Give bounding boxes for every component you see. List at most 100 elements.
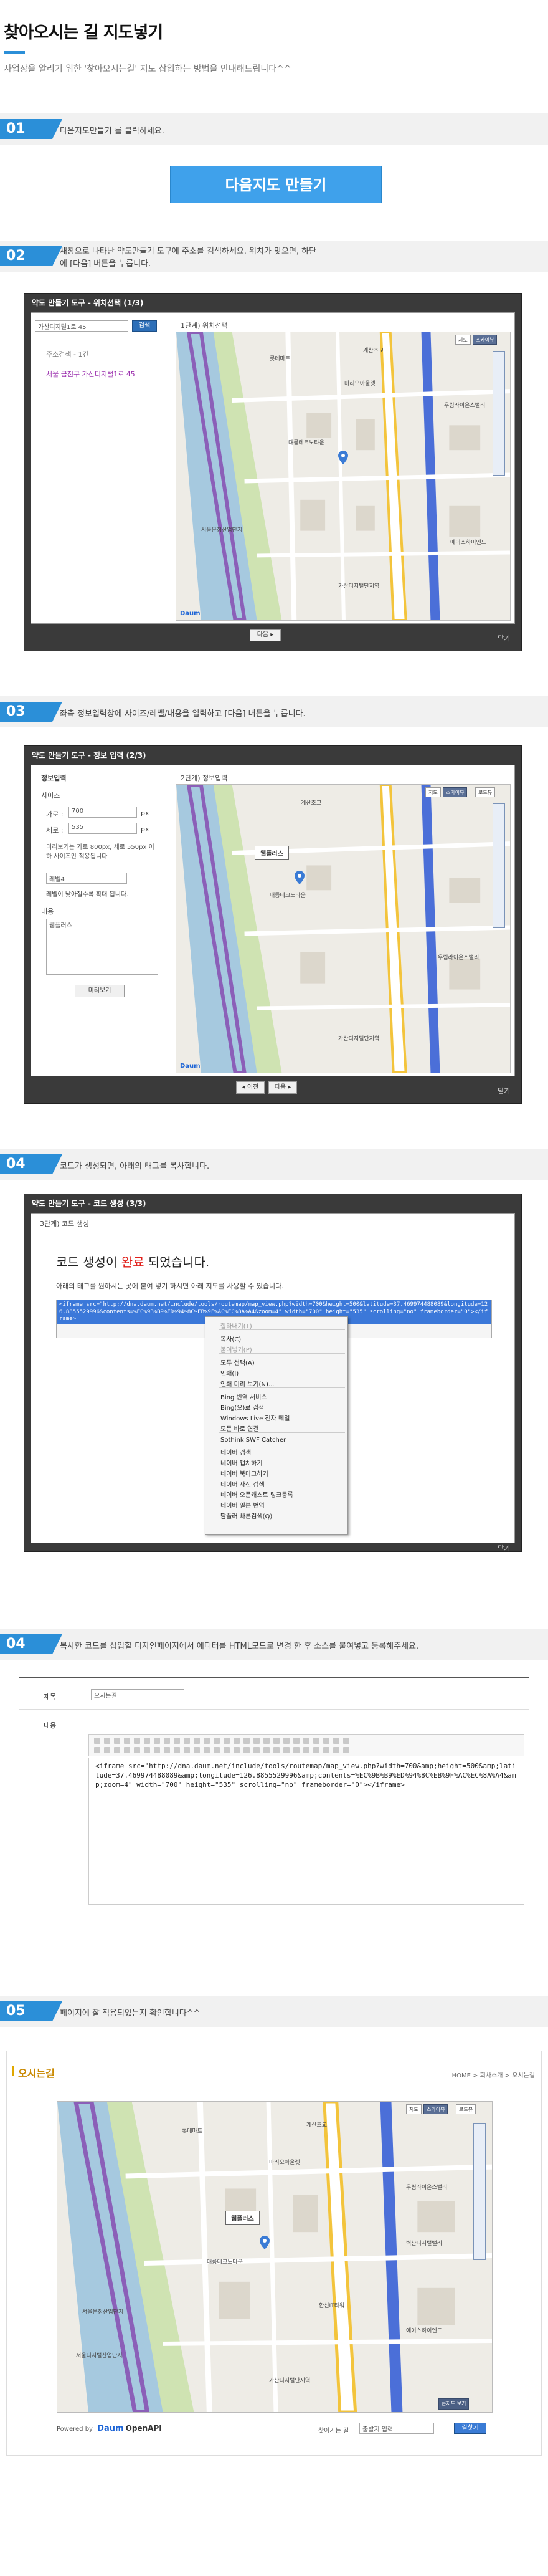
toolbar-icon[interactable] — [303, 1747, 309, 1753]
map-type-button[interactable]: 지도 — [455, 335, 471, 345]
zoom-slider[interactable] — [473, 2123, 486, 2260]
toolbar-icon[interactable] — [144, 1747, 150, 1753]
search-button[interactable]: 검색 — [132, 320, 157, 332]
context-menu-item[interactable]: 네이버 오픈캐스트 링크등록 — [220, 1490, 293, 1499]
embedded-map[interactable]: 웹플러스 계산초교 롯데마트 마리오아울렛 대륭테크노타운 서울문정산업단지 가… — [57, 2101, 493, 2413]
roadview-button[interactable]: 로드뷰 — [456, 2104, 476, 2114]
toolbar-icon[interactable] — [204, 1738, 210, 1744]
prev-button[interactable]: ◂ 이전 — [236, 1081, 265, 1094]
height-input[interactable]: 535 — [68, 823, 137, 834]
large-map-button[interactable]: 큰지도 보기 — [438, 2398, 470, 2410]
toolbar-icon[interactable] — [333, 1747, 339, 1753]
toolbar-icon[interactable] — [154, 1747, 160, 1753]
context-menu-item[interactable]: 네이버 사전 검색 — [220, 1479, 265, 1488]
toolbar-icon[interactable] — [114, 1747, 120, 1753]
toolbar-icon[interactable] — [144, 1738, 150, 1744]
context-menu-item[interactable]: 탐플러 빠른검색(Q) — [220, 1511, 272, 1520]
toolbar-icon[interactable] — [313, 1738, 319, 1744]
context-menu-item[interactable]: Sothink SWF Catcher — [220, 1437, 286, 1444]
toolbar-icon[interactable] — [243, 1738, 250, 1744]
address-search-input[interactable]: 가산디지털1로 45 — [35, 320, 128, 332]
toolbar-icon[interactable] — [263, 1747, 270, 1753]
route-search-input[interactable]: 출발지 입력 — [359, 2423, 434, 2434]
toolbar-icon[interactable] — [164, 1738, 170, 1744]
toolbar-icon[interactable] — [313, 1747, 319, 1753]
toolbar-icon[interactable] — [234, 1738, 240, 1744]
toolbar-icon[interactable] — [214, 1738, 220, 1744]
toolbar-icon[interactable] — [104, 1738, 110, 1744]
toolbar-icon[interactable] — [253, 1747, 260, 1753]
context-menu-item[interactable]: 모든 바로 연결 — [220, 1424, 259, 1433]
toolbar-icon[interactable] — [343, 1738, 349, 1744]
toolbar-icon[interactable] — [333, 1738, 339, 1744]
context-menu-item[interactable]: 인쇄 미리 보기(N)... — [220, 1379, 274, 1388]
toolbar-icon[interactable] — [134, 1747, 140, 1753]
toolbar-icon[interactable] — [94, 1738, 100, 1744]
toolbar-icon[interactable] — [343, 1747, 349, 1753]
context-menu-item[interactable]: Windows Live 전자 메일 — [220, 1413, 290, 1422]
next-button[interactable]: 다음 ▸ — [250, 629, 281, 641]
toolbar-icon[interactable] — [303, 1738, 309, 1744]
toolbar-icon[interactable] — [204, 1747, 210, 1753]
toolbar-icon[interactable] — [224, 1747, 230, 1753]
next-button[interactable]: 다음 ▸ — [268, 1081, 297, 1094]
toolbar-icon[interactable] — [224, 1738, 230, 1744]
map-type-button[interactable]: 지도 — [406, 2104, 422, 2114]
toolbar-icon[interactable] — [194, 1738, 200, 1744]
result-item[interactable]: 서울 금천구 가산디지털1로 45 — [46, 369, 146, 379]
close-link[interactable]: 닫기 — [498, 633, 510, 643]
toolbar-icon[interactable] — [323, 1747, 329, 1753]
context-menu-item[interactable]: 인쇄(I) — [220, 1368, 239, 1377]
toolbar-icon[interactable] — [214, 1747, 220, 1753]
context-menu-item[interactable]: 네이버 북마크하기 — [220, 1468, 268, 1478]
toolbar-icon[interactable] — [283, 1738, 290, 1744]
toolbar-icon[interactable] — [174, 1738, 180, 1744]
html-source-area[interactable]: <iframe src="http://dna.daum.net/include… — [88, 1758, 524, 1905]
map-type-button[interactable]: 지도 — [425, 787, 441, 797]
toolbar-icon[interactable] — [194, 1747, 200, 1753]
close-link[interactable]: 닫기 — [498, 1086, 510, 1096]
zoom-slider[interactable] — [493, 351, 505, 476]
toolbar-icon[interactable] — [184, 1747, 190, 1753]
context-menu-item[interactable]: 복사(C) — [220, 1334, 241, 1343]
toolbar-icon[interactable] — [114, 1738, 120, 1744]
map-view[interactable]: 웹플러스 계산초교 대륭테크노타운 우림라이온스밸리 가산디지털단지역 지도 스… — [176, 784, 511, 1073]
editor-toolbar[interactable] — [88, 1734, 524, 1756]
toolbar-icon[interactable] — [293, 1738, 300, 1744]
context-menu-item[interactable]: Bing 번역 서비스 — [220, 1392, 267, 1401]
toolbar-icon[interactable] — [164, 1747, 170, 1753]
toolbar-icon[interactable] — [94, 1747, 100, 1753]
toolbar-icon[interactable] — [243, 1747, 250, 1753]
toolbar-icon[interactable] — [124, 1747, 130, 1753]
subject-input[interactable]: 오시는길 — [91, 1689, 184, 1700]
toolbar-icon[interactable] — [124, 1738, 130, 1744]
preview-button[interactable]: 미리보기 — [75, 985, 125, 997]
toolbar-icon[interactable] — [234, 1747, 240, 1753]
context-menu-item[interactable]: 모두 선택(A) — [220, 1357, 255, 1367]
toolbar-icon[interactable] — [253, 1738, 260, 1744]
level-select[interactable]: 레벨4 — [46, 873, 127, 884]
toolbar-icon[interactable] — [174, 1747, 180, 1753]
toolbar-icon[interactable] — [134, 1738, 140, 1744]
roadview-button[interactable]: 로드뷰 — [475, 787, 496, 797]
skyview-button[interactable]: 스카이뷰 — [473, 335, 498, 345]
zoom-slider[interactable] — [493, 803, 505, 928]
width-input[interactable]: 700 — [68, 807, 137, 818]
context-menu-item[interactable]: Bing(으)로 검색 — [220, 1402, 264, 1412]
toolbar-icon[interactable] — [263, 1738, 270, 1744]
context-menu-item[interactable]: 네이버 일본 번역 — [220, 1500, 265, 1510]
toolbar-icon[interactable] — [104, 1747, 110, 1753]
toolbar-icon[interactable] — [273, 1738, 280, 1744]
skyview-button[interactable]: 스카이뷰 — [423, 2104, 448, 2114]
skyview-button[interactable]: 스카이뷰 — [443, 787, 468, 797]
context-menu-item[interactable]: 네이버 캡쳐하기 — [220, 1458, 263, 1467]
toolbar-icon[interactable] — [323, 1738, 329, 1744]
map-view[interactable]: 계산초교 롯데마트 마리오아울렛 대륭테크노타운 서울문정산업단지 가산디지털단… — [176, 332, 511, 621]
toolbar-icon[interactable] — [273, 1747, 280, 1753]
close-link[interactable]: 닫기 — [498, 1543, 510, 1553]
context-menu-item[interactable]: 네이버 검색 — [220, 1447, 251, 1457]
toolbar-icon[interactable] — [283, 1747, 290, 1753]
toolbar-icon[interactable] — [154, 1738, 160, 1744]
make-map-button[interactable]: 다음지도 만들기 — [170, 166, 382, 203]
toolbar-icon[interactable] — [293, 1747, 300, 1753]
